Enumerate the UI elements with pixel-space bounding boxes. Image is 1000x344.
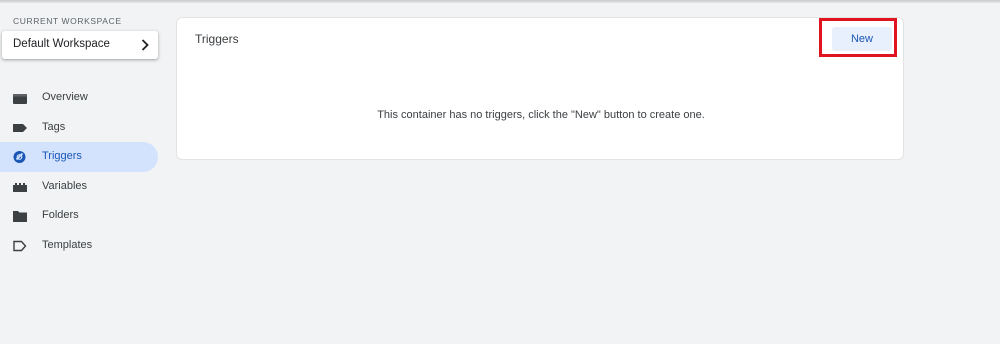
sidebar-item-label: Folders — [42, 209, 79, 221]
sidebar-item-label: Overview — [42, 91, 88, 103]
workspace-caption: CURRENT WORKSPACE — [13, 16, 122, 26]
tag-icon — [13, 123, 27, 132]
empty-state-message: This container has no triggers, click th… — [377, 109, 705, 121]
sidebar-item-tags[interactable]: Tags — [0, 113, 158, 143]
new-trigger-button[interactable]: New — [832, 27, 892, 51]
sidebar: CURRENT WORKSPACE Default Workspace Over… — [0, 0, 165, 344]
workspace-name: Default Workspace — [13, 38, 110, 50]
sidebar-item-label: Tags — [42, 120, 66, 133]
workspace-selector[interactable]: Default Workspace — [2, 31, 158, 59]
templates-icon — [13, 240, 27, 251]
overview-icon — [13, 94, 27, 104]
variables-icon — [13, 182, 27, 192]
chevron-right-icon — [141, 39, 149, 51]
page-title: Triggers — [195, 32, 239, 46]
sidebar-item-overview[interactable]: Overview — [0, 83, 158, 113]
sidebar-item-folders[interactable]: Folders — [0, 201, 158, 231]
trigger-icon — [13, 151, 26, 163]
sidebar-item-label: Templates — [42, 238, 93, 251]
folder-icon — [13, 211, 27, 222]
sidebar-item-triggers[interactable]: Triggers — [0, 142, 158, 172]
sidebar-item-label: Variables — [42, 179, 88, 192]
sidebar-nav: Overview Tags Triggers Variables Folders… — [0, 83, 165, 260]
sidebar-item-templates[interactable]: Templates — [0, 231, 158, 261]
sidebar-item-variables[interactable]: Variables — [0, 172, 158, 202]
triggers-panel: Triggers This container has no triggers,… — [176, 17, 904, 160]
sidebar-item-label: Triggers — [42, 150, 82, 162]
